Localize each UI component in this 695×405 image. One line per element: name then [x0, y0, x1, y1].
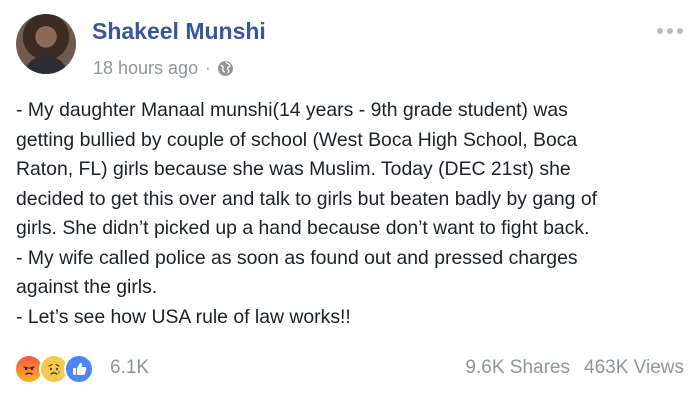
meta-separator: · [205, 59, 211, 77]
post-line: getting bullied by couple of school (Wes… [16, 128, 578, 151]
post-line: girls. She didn’t picked up a hand becau… [16, 217, 590, 239]
view-count: 463K Views [584, 357, 684, 378]
avatar[interactable] [16, 14, 76, 74]
reaction-icons[interactable] [14, 354, 94, 384]
post-footer: 6.1K 9.6K Shares 463K Views [14, 353, 684, 384]
post-line: against the girls. [16, 276, 158, 298]
more-options-icon[interactable] [657, 28, 683, 34]
like-reaction-icon [64, 354, 94, 384]
author-name[interactable]: Shakeel Munshi [92, 18, 266, 45]
post-line: Raton, FL) girls because she was Muslim.… [16, 158, 571, 180]
post-line: - My daughter Manaal munshi(14 years - 9… [16, 99, 568, 121]
post-meta: 18 hours ago · [93, 58, 234, 79]
post-timestamp[interactable]: 18 hours ago [93, 58, 198, 79]
post-line: decided to get this over and talk to gir… [16, 187, 598, 210]
post-line: - My wife called police as soon as found… [16, 246, 578, 269]
post-body: - My daughter Manaal munshi(14 years - 9… [16, 96, 686, 332]
post-stats: 9.6K Shares 463K Views [465, 357, 684, 379]
facebook-post: Shakeel Munshi 18 hours ago · - My daugh… [0, 0, 695, 405]
reaction-count[interactable]: 6.1K [110, 357, 149, 379]
share-count[interactable]: 9.6K Shares [465, 357, 570, 379]
globe-icon[interactable] [217, 60, 234, 77]
post-line: - Let’s see how USA rule of law works!! [16, 305, 351, 328]
